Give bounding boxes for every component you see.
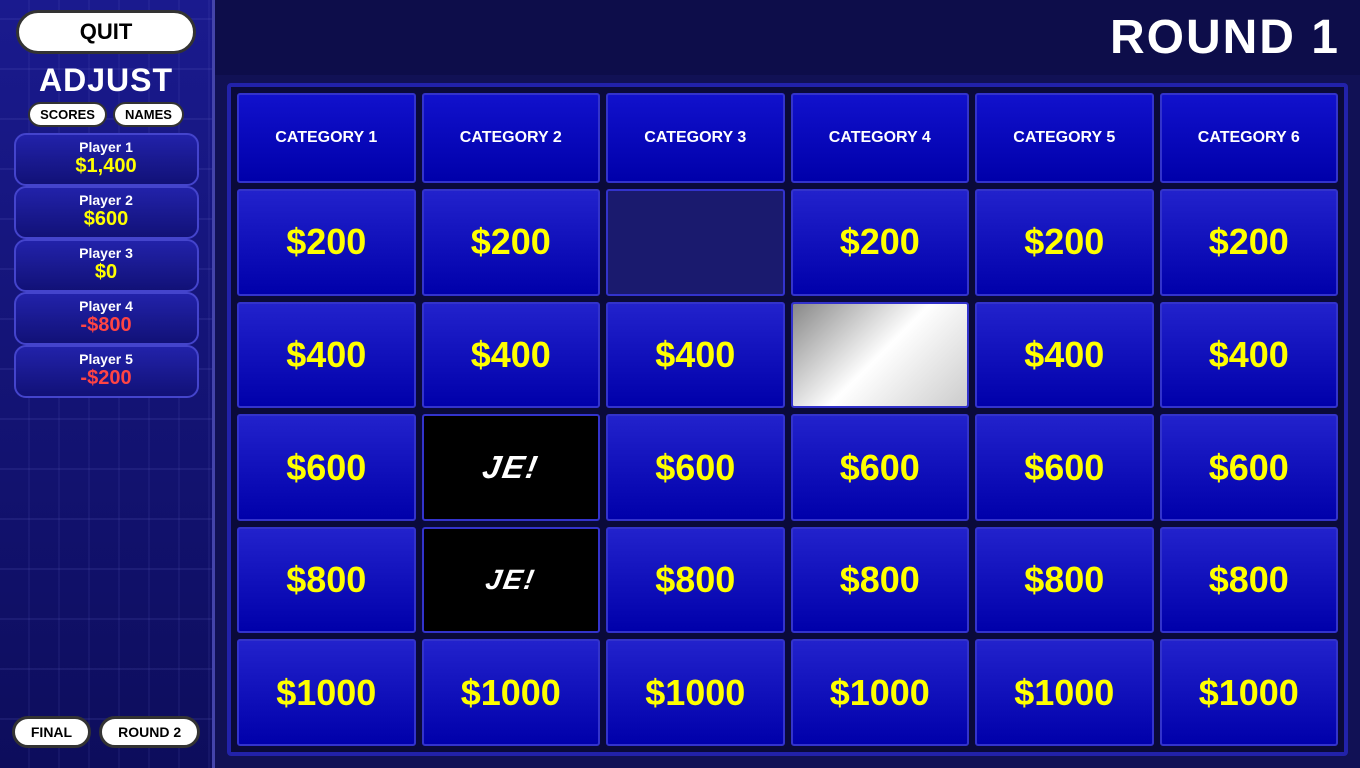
clue-cell-row1-col6[interactable]: $200: [1160, 189, 1339, 296]
main-area: ROUND 1 CATEGORY 1CATEGORY 2CATEGORY 3CA…: [215, 0, 1360, 768]
clue-cell-row2-col6[interactable]: $400: [1160, 302, 1339, 409]
clue-cell-row3-col6[interactable]: $600: [1160, 414, 1339, 521]
player-card-1: Player 1$1,400: [14, 133, 199, 186]
player-score-3: $0: [24, 261, 189, 284]
clue-cell-row1-col2[interactable]: $200: [422, 189, 601, 296]
clue-cell-row4-col1[interactable]: $800: [237, 527, 416, 634]
bottom-buttons: FINAL ROUND 2: [12, 716, 200, 758]
clue-cell-row4-col3[interactable]: $800: [606, 527, 785, 634]
names-button[interactable]: NAMES: [113, 102, 184, 127]
adjust-label: ADJUST: [39, 64, 173, 96]
category-header-4: CATEGORY 4: [791, 93, 970, 183]
player-card-4: Player 4-$800: [14, 292, 199, 345]
category-header-5: CATEGORY 5: [975, 93, 1154, 183]
player-score-5: -$200: [24, 367, 189, 390]
clue-cell-row4-col6[interactable]: $800: [1160, 527, 1339, 634]
clue-cell-row3-col3[interactable]: $600: [606, 414, 785, 521]
clue-cell-row1-col3: [606, 189, 785, 296]
category-header-2: CATEGORY 2: [422, 93, 601, 183]
clue-cell-row4-col5[interactable]: $800: [975, 527, 1154, 634]
player-score-4: -$800: [24, 314, 189, 337]
clue-cell-row4-col4[interactable]: $800: [791, 527, 970, 634]
clue-cell-row3-col1[interactable]: $600: [237, 414, 416, 521]
player-score-2: $600: [24, 208, 189, 231]
player-name-3: Player 3: [24, 245, 189, 261]
board-container: CATEGORY 1CATEGORY 2CATEGORY 3CATEGORY 4…: [215, 75, 1360, 768]
category-header-3: CATEGORY 3: [606, 93, 785, 183]
clue-cell-row1-col4[interactable]: $200: [791, 189, 970, 296]
players-container: Player 1$1,400Player 2$600Player 3$0Play…: [14, 133, 199, 398]
clue-cell-row2-col5[interactable]: $400: [975, 302, 1154, 409]
category-header-6: CATEGORY 6: [1160, 93, 1339, 183]
quit-button[interactable]: QUIT: [16, 10, 196, 54]
clue-cell-row3-col2: JE!: [422, 414, 601, 521]
clue-cell-row1-col5[interactable]: $200: [975, 189, 1154, 296]
player-name-5: Player 5: [24, 351, 189, 367]
top-bar: ROUND 1: [215, 0, 1360, 75]
player-card-5: Player 5-$200: [14, 345, 199, 398]
clue-cell-row5-col1[interactable]: $1000: [237, 639, 416, 746]
clue-cell-row1-col1[interactable]: $200: [237, 189, 416, 296]
game-board: CATEGORY 1CATEGORY 2CATEGORY 3CATEGORY 4…: [227, 83, 1348, 756]
clue-cell-row5-col4[interactable]: $1000: [791, 639, 970, 746]
player-score-1: $1,400: [24, 155, 189, 178]
clue-cell-row3-col5[interactable]: $600: [975, 414, 1154, 521]
clue-cell-row2-col4: [791, 302, 970, 409]
clue-cell-row5-col2[interactable]: $1000: [422, 639, 601, 746]
round2-button[interactable]: ROUND 2: [99, 716, 200, 748]
scores-button[interactable]: SCORES: [28, 102, 107, 127]
final-button[interactable]: FINAL: [12, 716, 91, 748]
player-name-2: Player 2: [24, 192, 189, 208]
clue-cell-row5-col5[interactable]: $1000: [975, 639, 1154, 746]
scores-names-row: SCORES NAMES: [28, 102, 184, 127]
round-title: ROUND 1: [1110, 10, 1340, 65]
clue-cell-row2-col2[interactable]: $400: [422, 302, 601, 409]
clue-cell-row2-col3[interactable]: $400: [606, 302, 785, 409]
clue-cell-row5-col6[interactable]: $1000: [1160, 639, 1339, 746]
sidebar: QUIT ADJUST SCORES NAMES Player 1$1,400P…: [0, 0, 215, 768]
player-name-4: Player 4: [24, 298, 189, 314]
clue-cell-row2-col1[interactable]: $400: [237, 302, 416, 409]
clue-cell-row3-col4[interactable]: $600: [791, 414, 970, 521]
clue-cell-row4-col2: JE!: [422, 527, 601, 634]
player-card-2: Player 2$600: [14, 186, 199, 239]
category-header-1: CATEGORY 1: [237, 93, 416, 183]
player-name-1: Player 1: [24, 139, 189, 155]
player-card-3: Player 3$0: [14, 239, 199, 292]
clue-cell-row5-col3[interactable]: $1000: [606, 639, 785, 746]
